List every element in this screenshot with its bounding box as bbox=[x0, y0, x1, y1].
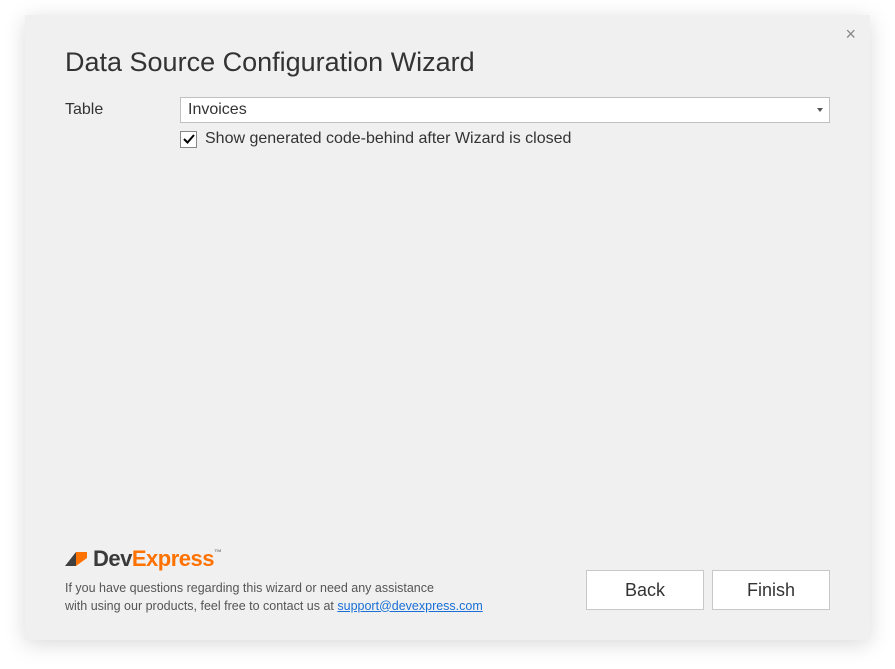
finish-button[interactable]: Finish bbox=[712, 570, 830, 610]
support-email-link[interactable]: support@devexpress.com bbox=[337, 599, 482, 613]
table-row: Table Invoices bbox=[65, 97, 830, 123]
back-button[interactable]: Back bbox=[586, 570, 704, 610]
button-row: Back Finish bbox=[586, 570, 830, 610]
logo-text: DevExpress™ bbox=[93, 546, 221, 572]
logo-mark-icon bbox=[65, 548, 87, 570]
chevron-down-icon bbox=[817, 108, 823, 112]
show-code-row: Show generated code-behind after Wizard … bbox=[180, 130, 571, 148]
close-icon[interactable]: × bbox=[845, 25, 856, 43]
show-code-checkbox[interactable] bbox=[180, 131, 197, 148]
wizard-dialog: × Data Source Configuration Wizard Table… bbox=[25, 15, 870, 640]
table-select-value: Invoices bbox=[188, 101, 247, 119]
page-title: Data Source Configuration Wizard bbox=[65, 47, 475, 78]
table-label: Table bbox=[65, 101, 180, 119]
devexpress-logo: DevExpress™ bbox=[65, 546, 830, 572]
show-code-label: Show generated code-behind after Wizard … bbox=[205, 130, 571, 148]
table-select[interactable]: Invoices bbox=[180, 97, 830, 123]
trademark-icon: ™ bbox=[214, 548, 222, 557]
